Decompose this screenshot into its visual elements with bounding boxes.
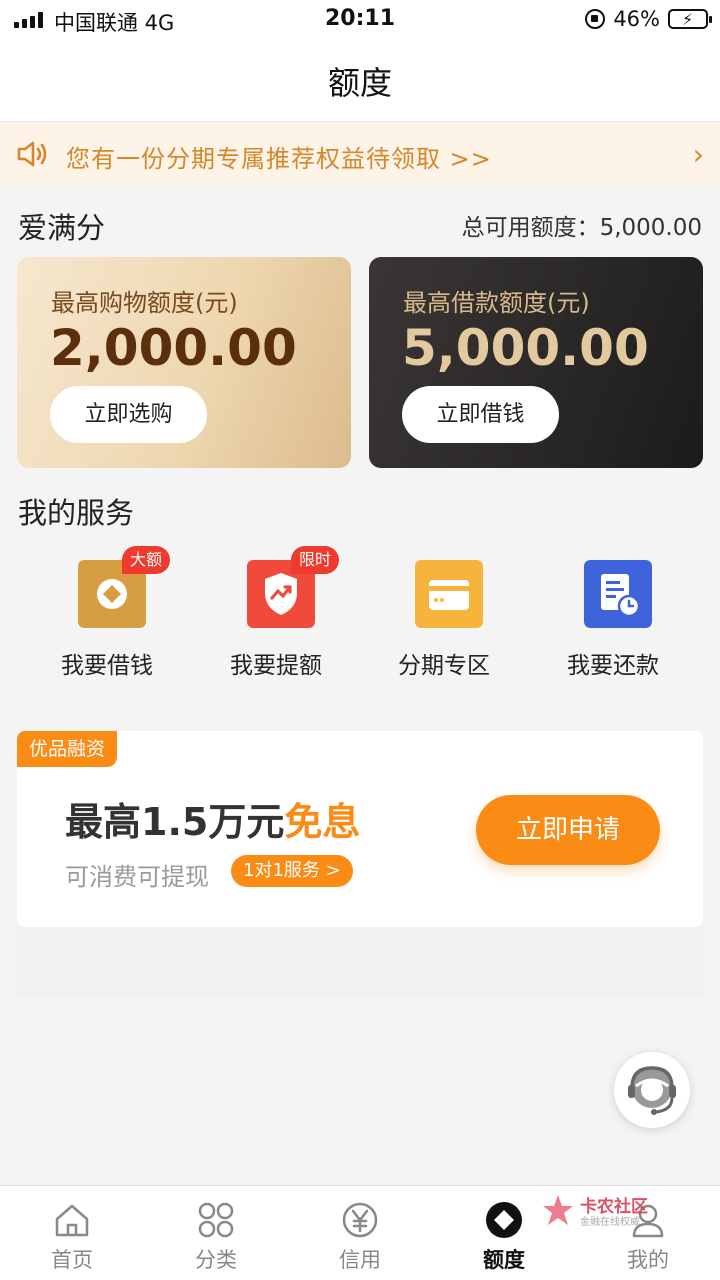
quota-diamond-icon	[486, 1202, 522, 1238]
promo-headline-highlight: 免息	[284, 800, 361, 844]
total-available-credit: 总可用额度：5,000.00	[461, 215, 702, 241]
tab-mine-label: 我的	[627, 1248, 669, 1272]
customer-service-icon[interactable]	[614, 1052, 690, 1128]
borrow-now-button[interactable]: 立即借钱	[402, 386, 559, 443]
service-borrow[interactable]: 大额 我要借钱	[22, 546, 192, 688]
big-amount-badge: 大额	[122, 546, 171, 574]
nav-header: 额度	[0, 40, 720, 122]
loan-credit-amount: 5,000.00	[402, 319, 649, 377]
speaker-icon	[17, 141, 47, 167]
shopping-credit-card[interactable]: 最高购物额度(元) 2,000.00 立即选购	[17, 257, 351, 468]
watermark-logo-icon	[543, 1195, 573, 1225]
home-icon	[55, 1204, 89, 1237]
loan-credit-card[interactable]: 最高借款额度(元) 5,000.00 立即借钱	[369, 257, 703, 468]
watermark-subtitle: 金融在线权威	[580, 1217, 640, 1228]
yen-coin-icon	[342, 1202, 378, 1238]
service-repay[interactable]: 我要还款	[528, 558, 698, 688]
service-raise-limit-label: 我要提额	[230, 653, 322, 679]
battery-icon: ⚡	[668, 9, 712, 29]
apply-now-button[interactable]: 立即申请	[476, 795, 660, 865]
tab-quota-label: 额度	[483, 1248, 525, 1272]
one-on-one-service-pill[interactable]: 1对1服务 >	[231, 855, 353, 887]
promo-subtitle: 可消费可提现	[65, 863, 209, 891]
service-installment-label: 分期专区	[398, 653, 490, 679]
loan-credit-label: 最高借款额度(元)	[403, 289, 590, 317]
watermark: 卡农社区 金融在线权威	[540, 1190, 670, 1230]
service-installment[interactable]: 分期专区	[359, 558, 529, 688]
notice-text: 您有一份分期专属推荐权益待领取 >>	[66, 145, 492, 173]
shop-now-button[interactable]: 立即选购	[50, 386, 207, 443]
promo-card[interactable]: 优品融资 最高1.5万元免息 可消费可提现 1对1服务 > 立即申请	[17, 731, 703, 927]
page-title: 额度	[327, 64, 392, 102]
status-right: 46% ⚡	[585, 7, 712, 31]
tab-home[interactable]: 首页	[0, 1186, 144, 1280]
tab-credit-label: 信用	[339, 1248, 381, 1272]
installment-card-icon	[415, 560, 483, 628]
service-borrow-label: 我要借钱	[61, 653, 153, 679]
service-repay-label: 我要还款	[567, 653, 659, 679]
shopping-credit-label: 最高购物额度(元)	[51, 289, 238, 317]
shopping-credit-amount: 2,000.00	[50, 319, 297, 377]
services-section-title: 我的服务	[18, 496, 135, 530]
category-grid-icon	[198, 1202, 234, 1238]
tab-home-label: 首页	[51, 1248, 93, 1272]
battery-percent: 46%	[613, 7, 660, 31]
notice-banner[interactable]: 您有一份分期专属推荐权益待领取 >> ›	[0, 124, 720, 184]
status-bar: 中国联通 4G 20:11 46% ⚡	[0, 0, 720, 40]
service-raise-limit[interactable]: 限时 我要提额	[191, 546, 361, 688]
repay-bill-icon	[584, 560, 652, 628]
promo-tag: 优品融资	[17, 731, 118, 767]
credit-section-title: 爱满分	[18, 211, 106, 245]
chevron-right-icon: ›	[692, 138, 704, 171]
tab-credit[interactable]: 信用	[288, 1186, 432, 1280]
promo-headline: 最高1.5万元免息	[65, 800, 361, 844]
rotation-lock-icon	[585, 9, 606, 29]
placeholder-panel	[17, 927, 703, 997]
tab-category-label: 分类	[195, 1248, 237, 1272]
tab-category[interactable]: 分类	[144, 1186, 288, 1280]
limited-time-badge: 限时	[291, 546, 340, 574]
